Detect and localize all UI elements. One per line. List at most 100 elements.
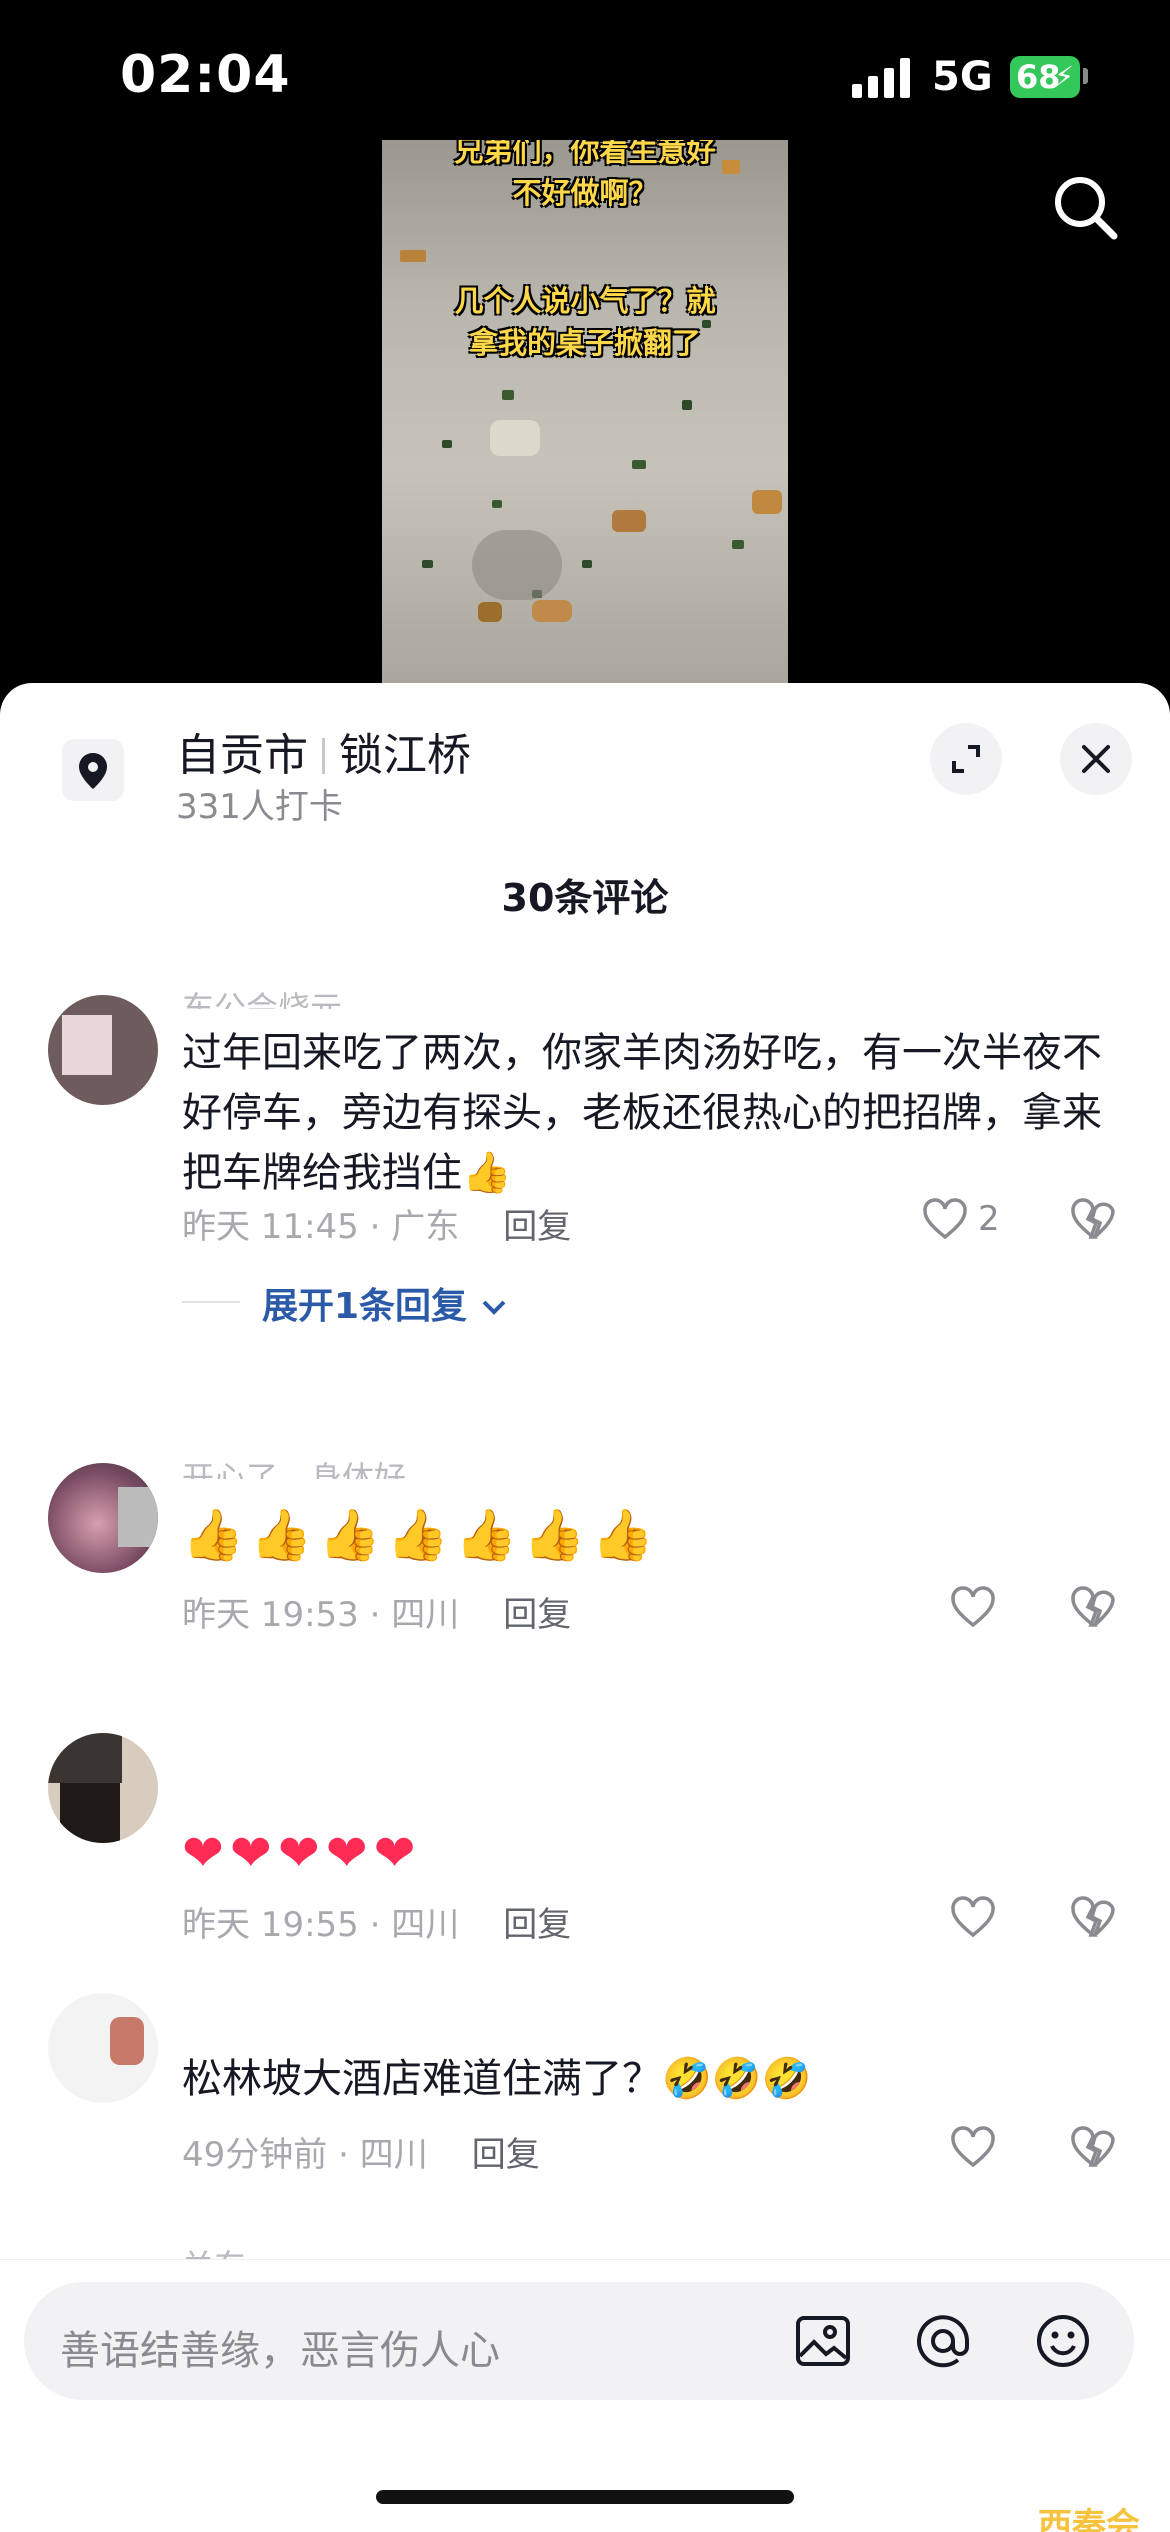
location-title[interactable]: 自贡市 锁江桥 [176,719,471,783]
like-button[interactable] [920,1893,1010,1949]
mention-button[interactable] [910,2308,976,2374]
battery-icon: 68 ⚡ [1010,56,1080,98]
reply-button[interactable]: 回复 [503,1207,571,1247]
emoji-red-heart: ❤ [373,1824,416,1882]
search-icon [1055,177,1118,240]
search-button[interactable] [1046,168,1126,248]
comment-nickname[interactable]: 开心了，身体好 [182,1457,406,1479]
debris [422,560,433,568]
reply-button[interactable]: 回复 [503,1595,571,1635]
expand-button[interactable] [930,723,1002,795]
debris [682,400,692,410]
reply-button[interactable]: 回复 [503,1905,571,1945]
broken-heart-icon [1071,1198,1115,1239]
avatar-blur [48,1733,122,1783]
chevron-down-icon [482,1300,506,1315]
heart-outline-icon [951,1896,995,1938]
like-button[interactable] [920,2123,1010,2179]
image-icon [796,2316,850,2366]
checkin-count: 331人打卡 [176,787,343,827]
debris [400,250,426,262]
comment-text: 过年回来吃了两次，你家羊肉汤好吃，有一次半夜不好停车，旁边有探头，老板还很热心的… [182,1030,1102,1196]
broken-heart-icon [1071,1586,1115,1627]
debris [702,320,711,328]
video-caption-line: 不好做啊？ [512,176,658,210]
location-pin-icon[interactable] [62,739,124,801]
debris [632,460,646,469]
comment-time: 昨天 11:45 [182,1207,359,1247]
cellular-signal-icon [852,58,914,98]
emoji-thumbs-up: 👍 [250,1506,313,1564]
debris [612,510,646,532]
emoji-thumbs-up: 👍 [318,1506,381,1564]
avatar[interactable] [48,995,158,1105]
comment-emojis: 👍 👍 👍 👍 👍 👍 👍 [182,1505,1102,1569]
emoji-thumbs-up: 👍 [386,1506,450,1564]
avatar[interactable] [48,1993,158,2103]
debris [502,390,514,400]
comment-text: 松林坡大酒店难道住满了？🤣🤣🤣 [182,2056,812,2102]
like-button[interactable] [920,1583,1010,1639]
battery-tip [1083,68,1088,84]
heart-outline-icon [951,2126,995,2168]
debris [732,540,744,549]
dislike-button[interactable] [1068,1195,1124,1251]
broken-heart-icon [1071,1896,1115,1937]
comment-region: 四川 [359,2135,428,2175]
emoji-thumbs-up: 👍 [591,1506,654,1564]
reply-button[interactable]: 回复 [472,2135,540,2175]
avatar-blur [118,1487,158,1547]
emoji-red-heart: ❤ [277,1824,320,1882]
heart-outline-icon [951,1586,995,1628]
avatar[interactable] [48,1733,158,1843]
avatar-blur [62,1015,112,1075]
charging-bolt-icon: ⚡ [1054,60,1074,93]
status-time: 02:04 [120,45,291,105]
comment-time: 49分钟前 [182,2135,328,2175]
comment-nickname[interactable]: 东公会烧元 [182,987,342,1009]
emoji-red-heart: ❤ [229,1824,272,1882]
comment-meta: 49分钟前 · 四川 回复 [182,2135,540,2175]
emoji-thumbs-up: 👍 [182,1506,245,1564]
dislike-button[interactable] [1068,1583,1124,1639]
dislike-button[interactable] [1068,2123,1124,2179]
comment-region: 四川 [391,1595,460,1635]
watermark: 西秦会馆 [1038,2506,1140,2532]
close-button[interactable] [1060,723,1132,795]
home-indicator[interactable] [376,2490,794,2504]
comment-meta: 昨天 19:55 · 四川 回复 [182,1905,572,1945]
video-caption-line: 拿我的桌子掀翻了 [468,326,701,360]
status-bar: 02:04 5G 68 ⚡ [0,0,1170,150]
expand-replies-label: 展开1条回复 [262,1286,468,1327]
like-button[interactable]: 2 [920,1195,1010,1251]
debris [492,500,502,508]
debris [532,600,572,622]
debris [582,560,592,568]
at-sign-icon [917,2315,969,2368]
smiley-icon [1037,2315,1089,2367]
debris [442,440,452,448]
location-place: 锁江桥 [339,730,471,781]
debris [752,490,782,514]
comment-region: 广东 [391,1207,460,1247]
comments-sheet: 自贡市 锁江桥 331人打卡 30条评论 东公会烧元 过年回来吃了两次，你家羊肉汤… [0,683,1170,2532]
video-player[interactable]: 兄弟们，你看生意好 不好做啊？ 几个人说小气了？就 拿我的桌子掀翻了 [382,140,788,685]
expand-replies-link[interactable]: 展开1条回复 [262,1277,508,1329]
emoji-thumbs-up: 👍 [455,1506,518,1564]
image-button[interactable] [790,2308,856,2374]
emoji-button[interactable] [1030,2308,1096,2374]
debris [722,160,740,174]
video-caption-line: 几个人说小气了？就 [454,284,716,318]
comment-input-placeholder: 善语结善缘，恶言伤人心 [60,2328,500,2374]
debris [478,602,502,622]
close-icon [1082,745,1110,773]
expand-divider [182,1301,240,1303]
like-count: 2 [978,1199,1000,1239]
stain [472,530,562,600]
broken-heart-icon [1071,2126,1115,2167]
dislike-button[interactable] [1068,1893,1124,1949]
comment-input[interactable]: 善语结善缘，恶言伤人心 [24,2282,1134,2400]
expand-icon [952,745,980,773]
avatar[interactable] [48,1463,158,1573]
emoji-red-heart: ❤ [182,1824,224,1882]
